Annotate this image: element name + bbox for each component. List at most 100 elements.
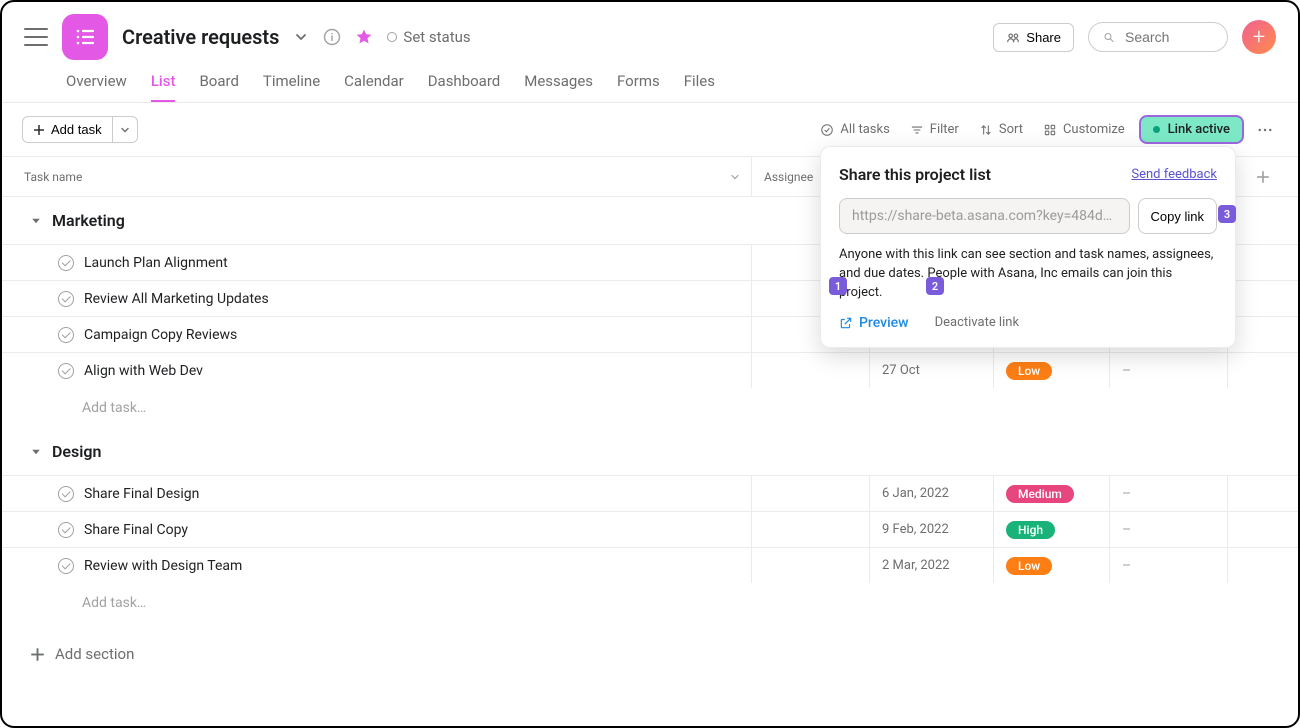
task-complete-toggle[interactable] bbox=[58, 327, 74, 343]
set-status-button[interactable]: Set status bbox=[387, 28, 470, 46]
share-popover: Share this project list Send feedback ht… bbox=[820, 146, 1236, 348]
status-cell[interactable]: – bbox=[1110, 512, 1228, 547]
add-task-dropdown[interactable] bbox=[113, 116, 138, 143]
table-row[interactable]: Review with Design Team 2 Mar, 2022 Low – bbox=[2, 547, 1298, 583]
priority-cell[interactable]: Medium bbox=[994, 476, 1110, 511]
preview-label: Preview bbox=[859, 315, 909, 331]
priority-cell[interactable]: Low bbox=[994, 548, 1110, 583]
section-header[interactable]: Design bbox=[2, 428, 1298, 475]
priority-cell[interactable]: Low bbox=[994, 353, 1110, 388]
priority-pill: Medium bbox=[1006, 485, 1074, 503]
add-task-inline[interactable]: Add task… bbox=[2, 388, 1298, 428]
share-link-field[interactable]: https://share-beta.asana.com?key=484d… bbox=[839, 198, 1130, 234]
menu-icon[interactable] bbox=[24, 25, 48, 49]
customize-label: Customize bbox=[1063, 122, 1125, 137]
status-cell[interactable]: – bbox=[1110, 353, 1228, 388]
add-section-button[interactable]: Add section bbox=[2, 623, 1298, 685]
status-bubble-icon bbox=[387, 32, 397, 42]
due-date-cell[interactable]: 9 Feb, 2022 bbox=[870, 512, 994, 547]
task-title: Review with Design Team bbox=[84, 558, 242, 574]
task-title: Review All Marketing Updates bbox=[84, 291, 269, 307]
all-tasks-label: All tasks bbox=[840, 122, 889, 137]
status-cell[interactable]: – bbox=[1110, 548, 1228, 583]
check-circle-icon bbox=[820, 123, 834, 137]
project-icon bbox=[62, 14, 108, 60]
grid-icon bbox=[1043, 123, 1057, 137]
priority-cell[interactable]: High bbox=[994, 512, 1110, 547]
tab-timeline[interactable]: Timeline bbox=[263, 72, 320, 102]
add-task-button[interactable]: Add task bbox=[22, 116, 113, 143]
table-row[interactable]: Align with Web Dev27 OctLow– bbox=[2, 352, 1298, 388]
link-active-button[interactable]: Link active bbox=[1139, 115, 1244, 144]
tab-messages[interactable]: Messages bbox=[524, 72, 593, 102]
column-task-name: Task name bbox=[24, 170, 82, 184]
preview-link[interactable]: Preview bbox=[839, 315, 909, 331]
project-tabs: Overview List Board Timeline Calendar Dashboa… bbox=[2, 60, 1298, 103]
filter-button[interactable]: Filter bbox=[904, 118, 965, 141]
due-date-cell[interactable]: 27 Oct bbox=[870, 353, 994, 388]
task-complete-toggle[interactable] bbox=[58, 291, 74, 307]
filter-icon bbox=[910, 123, 924, 137]
project-dropdown-icon[interactable] bbox=[293, 29, 309, 45]
sort-button[interactable]: Sort bbox=[973, 118, 1029, 141]
table-row[interactable]: Share Final Copy9 Feb, 2022High– bbox=[2, 511, 1298, 547]
tab-forms[interactable]: Forms bbox=[617, 72, 660, 102]
assignee-cell[interactable] bbox=[752, 476, 870, 511]
share-label: Share bbox=[1026, 30, 1061, 45]
link-active-label: Link active bbox=[1168, 122, 1230, 137]
tab-board[interactable]: Board bbox=[199, 72, 238, 102]
link-active-dot-icon bbox=[1153, 126, 1160, 133]
sort-icon bbox=[979, 123, 993, 137]
task-title: Launch Plan Alignment bbox=[84, 255, 228, 271]
task-name-sort-icon[interactable] bbox=[729, 171, 741, 183]
global-add-button[interactable]: + bbox=[1242, 20, 1276, 54]
task-complete-toggle[interactable] bbox=[58, 522, 74, 538]
annotation-2: 2 bbox=[926, 277, 944, 295]
task-title: Campaign Copy Reviews bbox=[84, 327, 237, 343]
task-complete-toggle[interactable] bbox=[58, 363, 74, 379]
tab-dashboard[interactable]: Dashboard bbox=[428, 72, 501, 102]
due-date-cell[interactable]: 2 Mar, 2022 bbox=[870, 548, 994, 583]
tab-overview[interactable]: Overview bbox=[66, 72, 127, 102]
search-icon bbox=[1103, 30, 1115, 45]
all-tasks-filter[interactable]: All tasks bbox=[814, 118, 895, 141]
more-options-button[interactable] bbox=[1252, 117, 1278, 143]
deactivate-link[interactable]: Deactivate link bbox=[935, 315, 1019, 330]
status-label: Set status bbox=[403, 28, 470, 46]
table-row[interactable]: Share Final Design 6 Jan, 2022 Medium – bbox=[2, 475, 1298, 511]
tab-list[interactable]: List bbox=[151, 72, 176, 102]
popover-title: Share this project list bbox=[839, 165, 991, 184]
info-icon[interactable] bbox=[323, 28, 341, 46]
priority-pill: Low bbox=[1006, 557, 1052, 575]
filter-label: Filter bbox=[930, 122, 959, 137]
priority-pill: High bbox=[1006, 521, 1055, 539]
section-name: Design bbox=[52, 442, 101, 461]
copy-link-button[interactable]: Copy link bbox=[1138, 198, 1217, 234]
add-column-button[interactable] bbox=[1228, 170, 1298, 184]
popover-description: Anyone with this link can see section an… bbox=[839, 246, 1217, 303]
search-input[interactable] bbox=[1123, 28, 1213, 46]
assignee-cell[interactable] bbox=[752, 353, 870, 388]
assignee-cell[interactable] bbox=[752, 512, 870, 547]
add-task-label: Add task bbox=[51, 122, 102, 137]
share-button[interactable]: Share bbox=[993, 23, 1074, 52]
search-field[interactable] bbox=[1088, 22, 1228, 52]
status-cell[interactable]: – bbox=[1110, 476, 1228, 511]
section-caret-icon bbox=[30, 215, 42, 227]
tab-calendar[interactable]: Calendar bbox=[344, 72, 404, 102]
star-icon[interactable] bbox=[355, 28, 373, 46]
task-complete-toggle[interactable] bbox=[58, 255, 74, 271]
task-complete-toggle[interactable] bbox=[58, 486, 74, 502]
customize-button[interactable]: Customize bbox=[1037, 118, 1131, 141]
task-complete-toggle[interactable] bbox=[58, 558, 74, 574]
send-feedback-link[interactable]: Send feedback bbox=[1131, 167, 1217, 182]
external-link-icon bbox=[839, 316, 853, 330]
task-title: Share Final Design bbox=[84, 486, 199, 502]
due-date-cell[interactable]: 6 Jan, 2022 bbox=[870, 476, 994, 511]
tab-files[interactable]: Files bbox=[684, 72, 715, 102]
assignee-cell[interactable] bbox=[752, 548, 870, 583]
priority-pill: Low bbox=[1006, 362, 1052, 380]
add-section-label: Add section bbox=[55, 645, 134, 663]
annotation-1: 1 bbox=[829, 277, 847, 295]
add-task-inline[interactable]: Add task… bbox=[2, 583, 1298, 623]
